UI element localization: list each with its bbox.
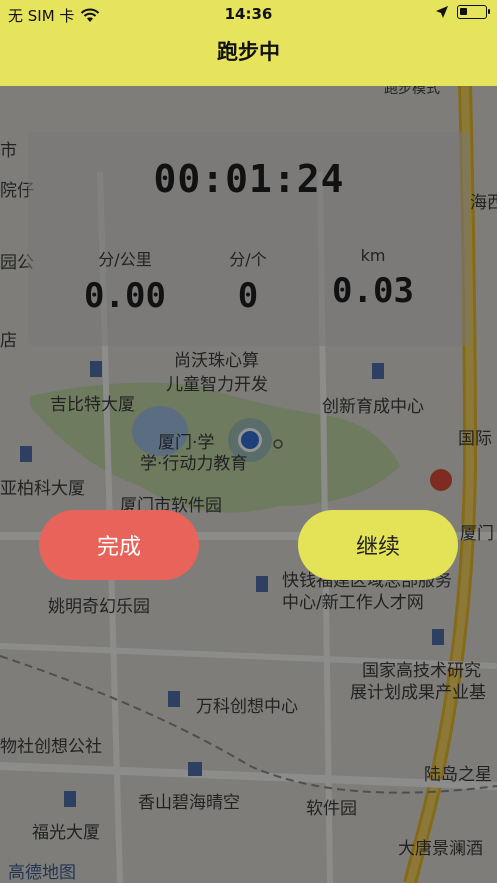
- distance-value: 0.03: [332, 271, 414, 311]
- top-bar: 无 SIM 卡 14:36 跑步中: [0, 0, 497, 86]
- status-bar: 无 SIM 卡 14:36: [0, 0, 497, 28]
- page-title: 跑步中: [217, 40, 280, 64]
- status-time: 14:36: [224, 5, 273, 23]
- continue-button[interactable]: 继续: [298, 510, 458, 580]
- run-stats-panel: 00:01:24 分/公里 0.00 分/个 0 km 0.03: [28, 132, 470, 346]
- battery-icon: [457, 5, 490, 19]
- finish-button[interactable]: 完成: [39, 510, 199, 580]
- elapsed-timer: 00:01:24: [153, 157, 345, 201]
- distance-stat: km 0.03: [298, 246, 448, 311]
- location-arrow-icon: [436, 6, 448, 18]
- status-right: [435, 5, 490, 19]
- distance-unit: km: [360, 246, 386, 265]
